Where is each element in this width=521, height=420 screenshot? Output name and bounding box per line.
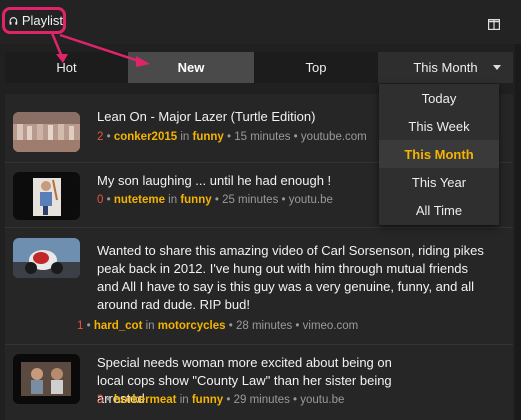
dropdown-option-this-month[interactable]: This Month <box>379 140 499 168</box>
time-range-label: This Month <box>413 60 478 75</box>
caret-down-icon <box>493 65 501 70</box>
post-author[interactable]: nuteteme <box>114 194 165 206</box>
dropdown-option-this-year[interactable]: This Year <box>379 168 499 196</box>
post-title[interactable]: Lean On - Major Lazer (Turtle Edition) <box>97 108 315 126</box>
post-title[interactable]: Wanted to share this amazing video of Ca… <box>97 242 491 314</box>
tab-top[interactable]: Top <box>254 52 378 83</box>
thumbnail[interactable] <box>13 238 80 278</box>
list-item[interactable]: Special needs woman more excited about b… <box>5 352 513 420</box>
post-subreddit[interactable]: funny <box>180 194 211 206</box>
top-bar: Playlist <box>0 0 521 44</box>
post-subreddit[interactable]: funny <box>193 131 224 143</box>
post-domain: youtube.com <box>300 131 367 143</box>
post-author[interactable]: conker2015 <box>114 131 177 143</box>
post-domain: vimeo.com <box>302 320 359 332</box>
scrollbar[interactable] <box>515 44 521 420</box>
playlist-button[interactable]: Playlist <box>2 7 66 34</box>
post-meta: 3 • horkermeat in funny • 29 minutes • y… <box>97 394 345 406</box>
post-score: 3 <box>97 394 104 406</box>
tab-new[interactable]: New <box>128 52 254 83</box>
post-meta: 2 • conker2015 in funny • 15 minutes • y… <box>97 131 367 143</box>
post-score: 0 <box>97 194 104 206</box>
post-author[interactable]: hard_cot <box>94 320 143 332</box>
tab-time-range[interactable]: This Month <box>378 52 513 83</box>
post-meta: 0 • nuteteme in funny • 25 minutes • you… <box>97 194 333 206</box>
headphones-icon <box>9 16 18 25</box>
playlist-label: Playlist <box>21 13 63 28</box>
dropdown-option-today[interactable]: Today <box>379 84 499 112</box>
dropdown-option-all-time[interactable]: All Time <box>379 196 499 224</box>
dropdown-option-this-week[interactable]: This Week <box>379 112 499 140</box>
divider <box>5 344 513 345</box>
thumbnail[interactable] <box>13 112 80 152</box>
time-range-dropdown: Today This Week This Month This Year All… <box>379 84 499 225</box>
tab-hot[interactable]: Hot <box>5 52 128 83</box>
post-score: 1 <box>77 320 84 332</box>
thumbnail[interactable] <box>13 354 80 404</box>
thumbnail[interactable] <box>13 172 80 220</box>
post-domain: youtu.be <box>300 394 345 406</box>
post-subreddit[interactable]: motorcycles <box>158 320 226 332</box>
post-author[interactable]: horkermeat <box>114 394 177 406</box>
post-subreddit[interactable]: funny <box>192 394 223 406</box>
post-meta: 1 • hard_cot in motorcycles • 28 minutes… <box>77 320 359 332</box>
sort-tabs: Hot New Top This Month <box>5 52 513 83</box>
post-domain: youtu.be <box>288 194 333 206</box>
post-score: 2 <box>97 131 104 143</box>
layout-toggle-icon[interactable] <box>488 19 500 30</box>
post-title[interactable]: My son laughing ... until he had enough … <box>97 172 331 190</box>
list-item[interactable]: Wanted to share this amazing video of Ca… <box>5 236 513 340</box>
divider <box>5 227 513 228</box>
